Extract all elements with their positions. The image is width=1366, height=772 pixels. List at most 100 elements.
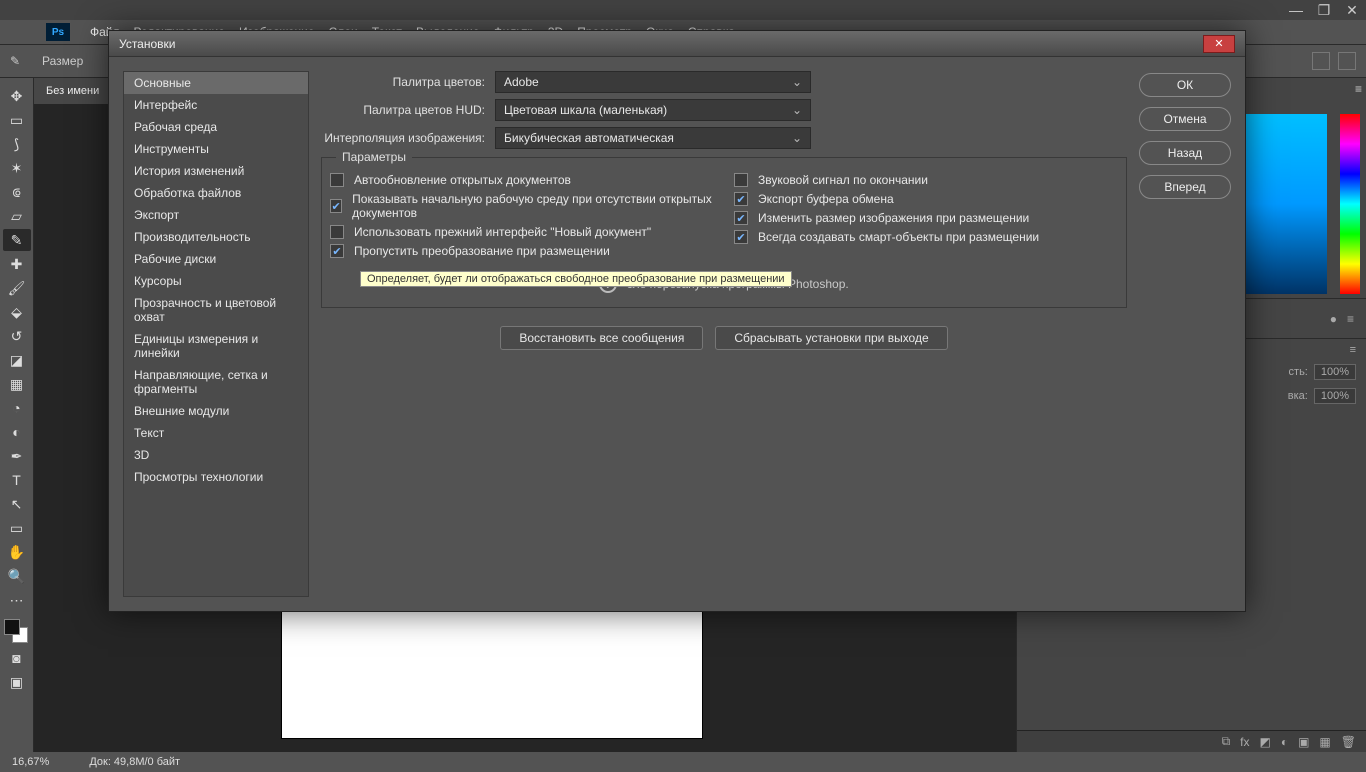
close-icon[interactable]: ✕ [1338,2,1366,19]
tool-hand[interactable]: ✋ [3,541,31,563]
reset-on-quit-button[interactable]: Сбрасывать установки при выходе [715,326,947,350]
tool-move[interactable]: ✥ [3,85,31,107]
app-logo: Ps [46,23,70,41]
checkbox[interactable] [330,225,344,239]
checkbox[interactable] [330,244,344,258]
category-item[interactable]: Просмотры технологии [124,466,308,488]
checkbox[interactable] [734,211,748,225]
fx-icon[interactable]: fx [1240,735,1249,749]
tool-path[interactable]: ↖ [3,493,31,515]
checkbox[interactable] [734,192,748,206]
opacity-label: сть: [1289,366,1308,378]
search-icon[interactable] [1312,52,1330,70]
hud-picker-select[interactable]: Цветовая шкала (маленькая) [495,99,811,121]
tool-gradient[interactable]: ▦ [3,373,31,395]
checkbox-row[interactable]: Показывать начальную рабочую среду при о… [330,192,714,220]
checkbox[interactable] [330,173,344,187]
workspace-icon[interactable] [1338,52,1356,70]
tool-brush[interactable]: 🖌 [3,277,31,299]
checkbox-label: Показывать начальную рабочую среду при о… [352,192,714,220]
category-item[interactable]: Интерфейс [124,94,308,116]
category-item[interactable]: Рабочие диски [124,248,308,270]
tool-zoom[interactable]: 🔍 [3,565,31,587]
tool-crop[interactable]: ⟃ [3,181,31,203]
mask-icon[interactable]: ◩ [1259,735,1270,749]
hue-slider[interactable] [1340,114,1360,294]
document-tab[interactable]: Без имени [34,78,111,104]
folder-icon[interactable]: ▣ [1298,735,1309,749]
tool-history[interactable]: ↺ [3,325,31,347]
restart-note: Определяет, будет ли отображаться свобод… [330,275,1118,293]
tool-quickmask[interactable]: ◙ [3,647,31,669]
checkbox-row[interactable]: Экспорт буфера обмена [734,192,1118,206]
checkbox-row[interactable]: Автообновление открытых документов [330,173,714,187]
adjust-icon[interactable]: ◐ [1281,735,1288,749]
tool-blur[interactable]: ◔ [3,397,31,419]
fill-value[interactable]: 100% [1314,388,1356,404]
color-picker-select[interactable]: Adobe [495,71,811,93]
dialog-close-button[interactable]: ✕ [1203,35,1235,53]
eyedropper-icon[interactable]: ✎ [10,54,32,68]
cancel-button[interactable]: Отмена [1139,107,1231,131]
category-item[interactable]: Направляющие, сетка и фрагменты [124,364,308,400]
options-group-title: Параметры [336,150,412,164]
panel-menu-icon[interactable]: ≡ [1355,82,1362,96]
category-item[interactable]: Внешние модули [124,400,308,422]
checkbox-label: Звуковой сигнал по окончании [758,173,928,187]
option-label: Размер [42,54,83,68]
zoom-level[interactable]: 16,67% [12,756,49,768]
category-item[interactable]: Курсоры [124,270,308,292]
preferences-dialog: Установки ✕ ОсновныеИнтерфейсРабочая сре… [108,30,1246,612]
category-item[interactable]: Обработка файлов [124,182,308,204]
prev-button[interactable]: Назад [1139,141,1231,165]
new-layer-icon[interactable]: ▦ [1319,735,1330,749]
tool-eraser[interactable]: ◪ [3,349,31,371]
foreground-swatch[interactable] [4,619,20,635]
brush-dot-icon[interactable]: ● [1330,312,1337,326]
tool-frame[interactable]: ▱ [3,205,31,227]
tool-eyedropper[interactable]: ✎ [3,229,31,251]
tool-quickselect[interactable]: ✶ [3,157,31,179]
checkbox[interactable] [734,230,748,244]
tool-stamp[interactable]: ⬙ [3,301,31,323]
checkbox[interactable] [330,199,342,213]
tool-dodge[interactable]: ◐ [3,421,31,443]
checkbox[interactable] [734,173,748,187]
category-item[interactable]: 3D [124,444,308,466]
category-item[interactable]: Основные [124,72,308,94]
panel-menu-icon[interactable]: ≡ [1350,344,1356,356]
tool-marquee[interactable]: ▭ [3,109,31,131]
tool-lasso[interactable]: ⟆ [3,133,31,155]
dialog-titlebar[interactable]: Установки ✕ [109,31,1245,57]
tool-screenmode[interactable]: ▣ [3,671,31,693]
category-item[interactable]: Текст [124,422,308,444]
category-item[interactable]: Рабочая среда [124,116,308,138]
category-item[interactable]: Единицы измерения и линейки [124,328,308,364]
category-item[interactable]: Производительность [124,226,308,248]
checkbox-row[interactable]: Звуковой сигнал по окончании [734,173,1118,187]
interpolation-select[interactable]: Бикубическая автоматическая [495,127,811,149]
checkbox-row[interactable]: Использовать прежний интерфейс "Новый до… [330,225,714,239]
panel-menu-icon[interactable]: ≡ [1347,312,1354,326]
trash-icon[interactable]: 🗑 [1341,735,1356,749]
category-item[interactable]: Экспорт [124,204,308,226]
ok-button[interactable]: ОК [1139,73,1231,97]
checkbox-row[interactable]: Всегда создавать смарт-объекты при разме… [734,230,1118,244]
reset-warnings-button[interactable]: Восстановить все сообщения [500,326,703,350]
tool-pen[interactable]: ✒ [3,445,31,467]
checkbox-row[interactable]: Пропустить преобразование при размещении [330,244,714,258]
tool-type[interactable]: T [3,469,31,491]
tool-more[interactable]: ⋯ [3,589,31,611]
next-button[interactable]: Вперед [1139,175,1231,199]
tool-shape[interactable]: ▭ [3,517,31,539]
maximize-icon[interactable]: ❐ [1310,2,1338,19]
color-swatches[interactable] [3,618,31,646]
category-item[interactable]: История изменений [124,160,308,182]
link-icon[interactable]: ⧉ [1222,734,1231,749]
category-item[interactable]: Инструменты [124,138,308,160]
category-item[interactable]: Прозрачность и цветовой охват [124,292,308,328]
opacity-value[interactable]: 100% [1314,364,1356,380]
checkbox-row[interactable]: Изменить размер изображения при размещен… [734,211,1118,225]
tool-heal[interactable]: ✚ [3,253,31,275]
minimize-icon[interactable]: — [1282,2,1310,19]
